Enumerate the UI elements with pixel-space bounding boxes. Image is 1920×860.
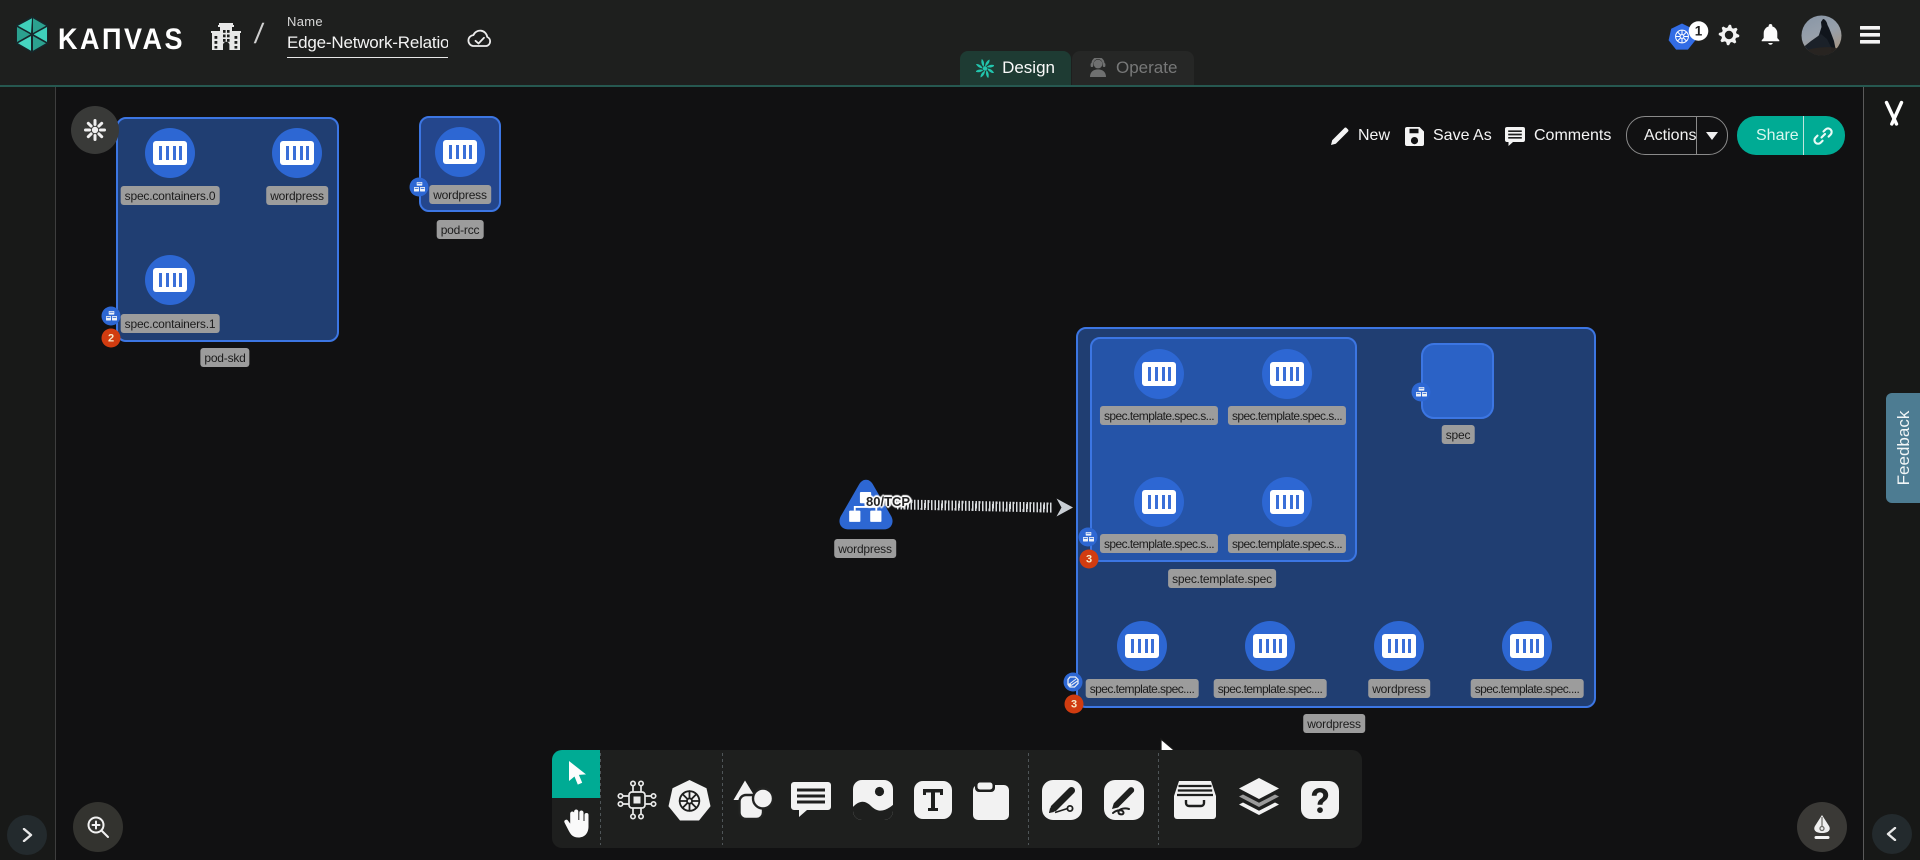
svg-text:1: 1 (1695, 24, 1703, 39)
